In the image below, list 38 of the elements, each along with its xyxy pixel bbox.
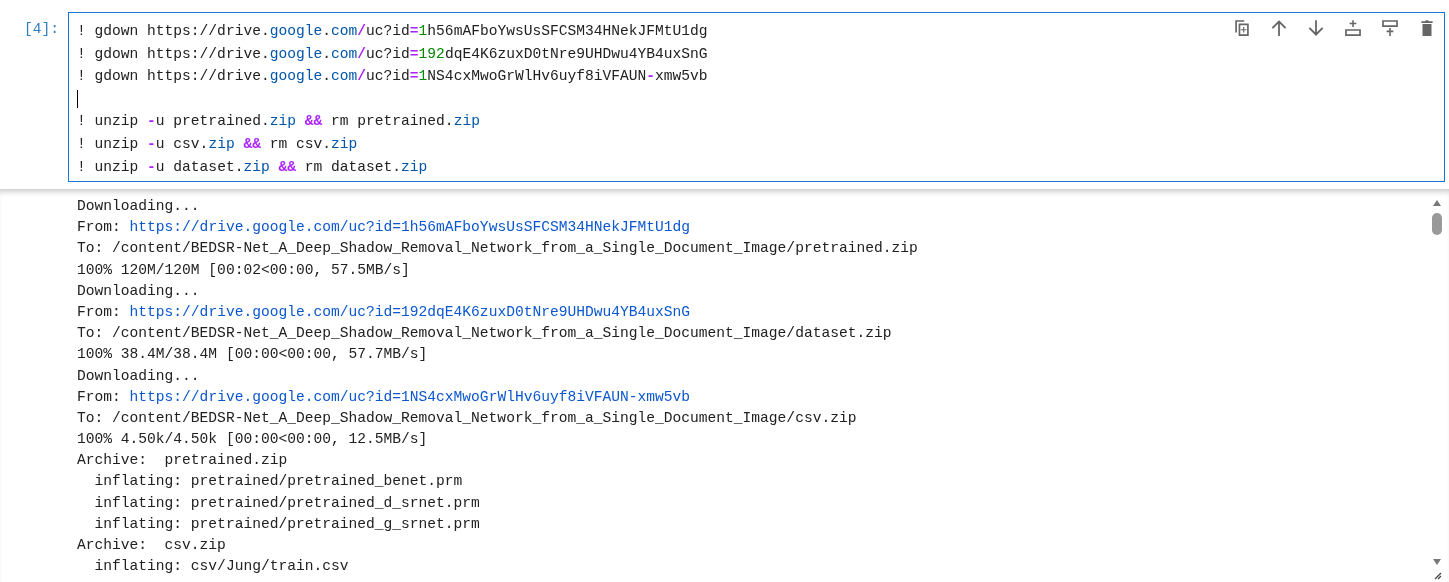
arrow-up-icon[interactable]: [1270, 19, 1288, 37]
output-text: 100% 4.50k/4.50k [00:00<00:00, 12.5MB/s]: [77, 431, 428, 448]
code-line: ! unzip -u pretrained.zip && rm pretrained.zip: [77, 112, 480, 132]
output-text: Downloading...: [77, 198, 200, 214]
output-text: inflating: pretrained/pretrained_d_srnet.prm: [93, 494, 480, 511]
output-text: From:: [77, 388, 121, 405]
output-text: To: /content/BEDSR-Net_A_Deep_Shadow_Removal_Network_from_a_Single_Document_Image/dataset.zip: [77, 325, 892, 342]
arrow-down-icon[interactable]: [1307, 19, 1325, 37]
copy-icon[interactable]: [1233, 19, 1251, 37]
code-line: ! gdown https://drive.google.com/uc?id=1h56mAFboYwsUsSFCSM34HNekJFMtU1dg: [77, 22, 708, 41]
output-text: Downloading...: [77, 282, 200, 299]
output-text: From:: [77, 303, 121, 320]
scrollbar-thumb[interactable]: [1431, 213, 1442, 235]
output-text: inflating: pretrained/pretrained_benet.prm: [93, 473, 463, 490]
output-text: To: /content/BEDSR-Net_A_Deep_Shadow_Removal_Network_from_a_Single_Document_Image/csv.zip: [77, 409, 857, 426]
output-text: Archive: csv.zip: [77, 537, 226, 553]
insert-above-icon[interactable]: [1344, 19, 1362, 37]
delete-icon[interactable]: [1418, 19, 1436, 37]
code-editor[interactable]: [68, 12, 1445, 182]
output-text: inflating: pretrained/pretrained_g_srnet.prm: [93, 515, 480, 532]
output-link[interactable]: https://drive.google.com/uc?id=1NS4cxMwoGrWlHv6uyf8iVFAUN-xmw5vb: [129, 388, 691, 405]
output-text: 100% 120M/120M [00:02<00:00, 57.5MB/s]: [77, 261, 410, 278]
output-link[interactable]: https://drive.google.com/uc?id=192dqE4K6zuxD0tNre9UHDwu4YB4uxSnG: [129, 303, 691, 320]
output-text: To: /content/BEDSR-Net_A_Deep_Shadow_Removal_Network_from_a_Single_Document_Image/pretrained.zip: [77, 240, 918, 257]
output-text: Archive: pretrained.zip: [77, 452, 288, 469]
code-line: ! gdown https://drive.google.com/uc?id=1NS4cxMwoGrWlHv6uyf8iVFAUN-xmw5vb: [77, 67, 708, 87]
output-text: inflating: csv/Jung/train.csv: [93, 558, 349, 575]
output-text: 100% 38.4M/38.4M [00:00<00:00, 57.7MB/s]: [77, 346, 428, 363]
scroll-down-icon[interactable]: [1431, 558, 1442, 566]
code-line: ! gdown https://drive.google.com/uc?id=192dqE4K6zuxD0tNre9UHDwu4YB4uxSnG: [77, 44, 708, 64]
code-line: ! unzip -u dataset.zip && rm dataset.zip: [77, 157, 428, 177]
cell-prompt: [4]:: [24, 20, 60, 39]
code-line: ! unzip -u csv.zip && rm csv.zip: [77, 134, 358, 154]
output-text: Downloading...: [77, 367, 200, 384]
insert-below-icon[interactable]: [1381, 19, 1399, 37]
output-text: From:: [77, 219, 121, 236]
output-link[interactable]: https://drive.google.com/uc?id=1h56mAFboYwsUsSFCSM34HNekJFMtU1dg: [129, 219, 691, 236]
scroll-up-icon[interactable]: [1431, 199, 1442, 207]
